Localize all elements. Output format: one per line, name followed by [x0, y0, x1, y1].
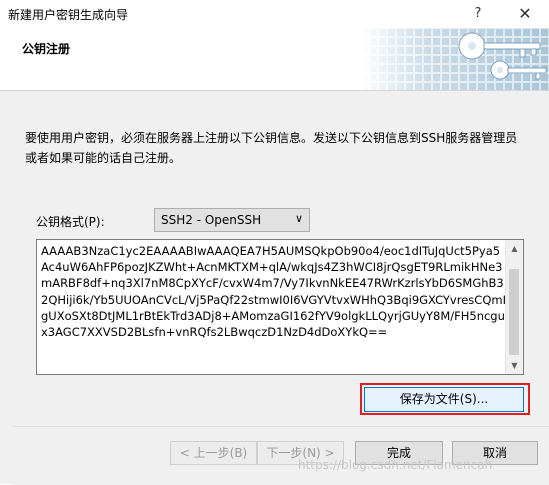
scroll-up-icon[interactable]: ▲: [506, 240, 523, 257]
public-key-text[interactable]: AAAAB3NzaC1yc2EAAAABIwAAAQEA7H5AUMSQkpOb…: [41, 243, 507, 340]
vertical-scrollbar[interactable]: ▲ ▼: [505, 240, 523, 374]
scroll-thumb[interactable]: [509, 269, 519, 355]
format-label: 公钥格式(P):: [36, 215, 105, 229]
public-key-textbox[interactable]: AAAAB3NzaC1yc2EAAAABIwAAAQEA7H5AUMSQkpOb…: [36, 239, 524, 375]
watermark: https://blog.csdn.net/Flamencah: [298, 458, 493, 472]
instruction-text: 要使用用户密钥，必须在服务器上注册以下公钥信息。发送以下公钥信息到SSH服务器管…: [25, 131, 518, 165]
scroll-down-icon[interactable]: ▼: [506, 357, 523, 374]
title-bar: 新建用户密钥生成向导 ? ✕: [0, 0, 549, 29]
wizard-header: 公钥注册: [0, 28, 549, 91]
key-banner-icon: [360, 28, 549, 90]
page-title: 公钥注册: [22, 42, 71, 56]
format-selected-value: SSH2 - OpenSSH: [161, 213, 262, 227]
close-icon[interactable]: ✕: [505, 2, 545, 26]
chevron-down-icon: ∨: [294, 212, 303, 225]
back-button[interactable]: < 上一步(B): [170, 441, 257, 465]
help-icon[interactable]: ?: [458, 2, 498, 26]
annotation-highlight: [360, 383, 530, 415]
format-select[interactable]: SSH2 - OpenSSH ∨: [154, 208, 310, 232]
side-strip: [0, 91, 12, 484]
window-title: 新建用户密钥生成向导: [8, 8, 129, 22]
